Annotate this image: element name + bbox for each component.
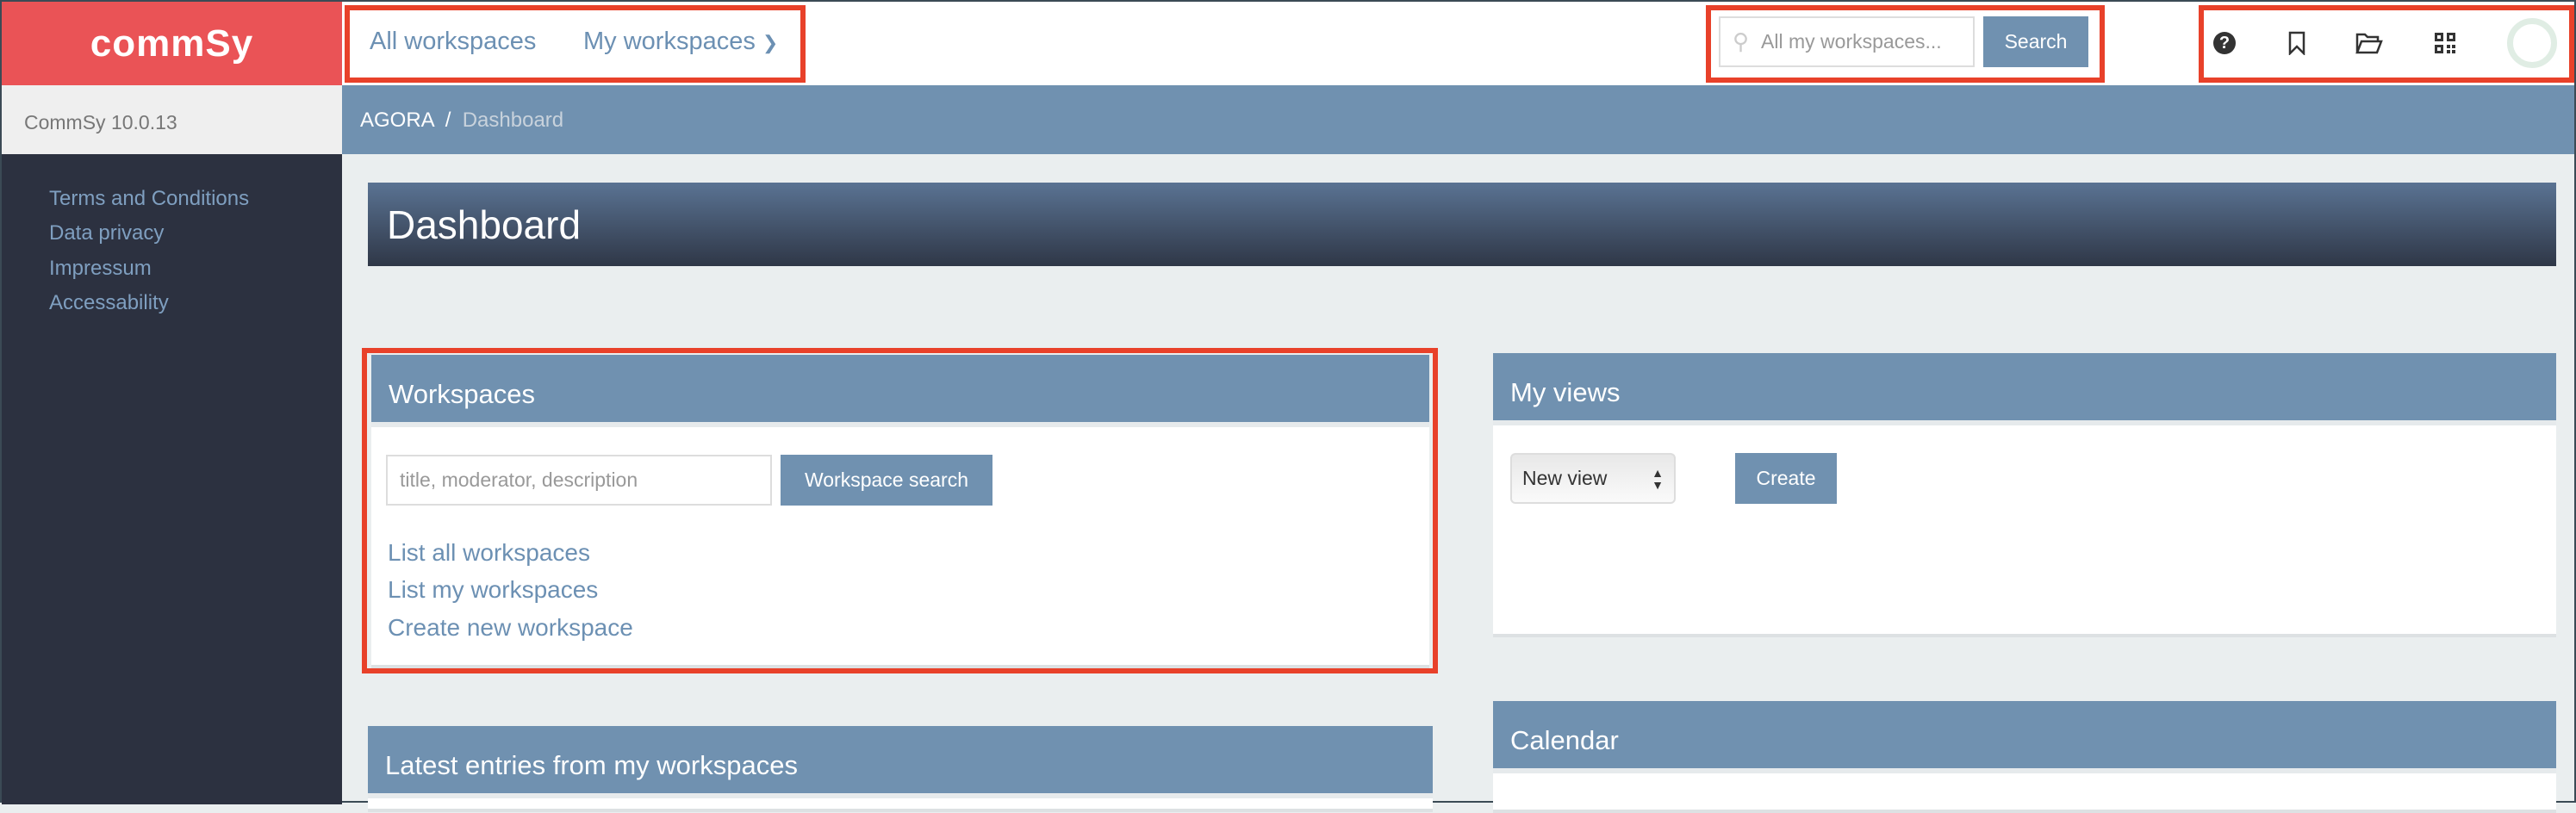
view-select[interactable]: New view ▲ ▼ — [1510, 453, 1676, 504]
nav-my-workspaces-label: My workspaces — [583, 28, 756, 55]
sidebar: Terms and Conditions Data privacy Impres… — [2, 154, 342, 804]
my-views-panel-title: My views — [1493, 353, 2556, 425]
bookmark-icon[interactable] — [2281, 28, 2312, 59]
breadcrumb-separator: / — [445, 109, 451, 132]
create-view-button[interactable]: Create — [1735, 453, 1837, 504]
logo-text: commSy — [90, 22, 254, 65]
folder-open-icon[interactable] — [2354, 28, 2385, 59]
workspace-search-button[interactable]: Workspace search — [781, 455, 992, 506]
chevron-down-icon: ❯ — [762, 32, 779, 53]
version-label: CommSy 10.0.13 — [2, 85, 342, 154]
sidebar-link-terms[interactable]: Terms and Conditions — [49, 187, 249, 211]
select-arrows-icon: ▲ ▼ — [1652, 465, 1664, 492]
breadcrumb: AGORA / Dashboard — [342, 85, 2574, 154]
search-placeholder: All my workspaces... — [1761, 30, 1942, 53]
search-button[interactable]: Search — [1983, 16, 2088, 67]
breadcrumb-root[interactable]: AGORA — [360, 109, 433, 132]
workspaces-panel: Workspaces title, moderator, description… — [371, 355, 1429, 668]
qr-code-icon[interactable] — [2430, 28, 2461, 59]
calendar-panel: Calendar — [1493, 701, 2556, 813]
nav-my-workspaces[interactable]: My workspaces ❯ — [583, 28, 778, 56]
calendar-title: Calendar — [1493, 701, 2556, 773]
my-views-panel: My views New view ▲ ▼ Create — [1493, 353, 2556, 637]
nav-all-workspaces[interactable]: All workspaces — [370, 28, 536, 56]
latest-entries-panel: Latest entries from my workspaces — [368, 726, 1433, 812]
list-my-workspaces-link[interactable]: List my workspaces — [388, 576, 598, 604]
commsy-logo[interactable]: commSy — [2, 2, 342, 85]
help-icon[interactable]: ? — [2209, 28, 2240, 59]
search-icon: ⚲ — [1733, 28, 1750, 54]
sidebar-link-accessability[interactable]: Accessability — [49, 291, 169, 315]
sidebar-link-impressum[interactable]: Impressum — [49, 257, 152, 281]
workspaces-panel-title: Workspaces — [371, 355, 1429, 427]
latest-entries-title: Latest entries from my workspaces — [368, 726, 1433, 798]
workspace-filter-placeholder: title, moderator, description — [400, 469, 638, 491]
view-select-value: New view — [1522, 467, 1608, 489]
page-title: Dashboard — [368, 183, 2556, 266]
top-bar: All workspaces My workspaces ❯ ⚲ All my w… — [342, 2, 2574, 85]
breadcrumb-current: Dashboard — [462, 109, 564, 132]
workspace-filter-input[interactable]: title, moderator, description — [386, 455, 772, 506]
sidebar-link-privacy[interactable]: Data privacy — [49, 221, 164, 245]
create-workspace-link[interactable]: Create new workspace — [388, 614, 633, 642]
workspace-search-input[interactable]: ⚲ All my workspaces... — [1719, 16, 1975, 67]
list-all-workspaces-link[interactable]: List all workspaces — [388, 539, 590, 567]
avatar[interactable] — [2507, 18, 2557, 68]
